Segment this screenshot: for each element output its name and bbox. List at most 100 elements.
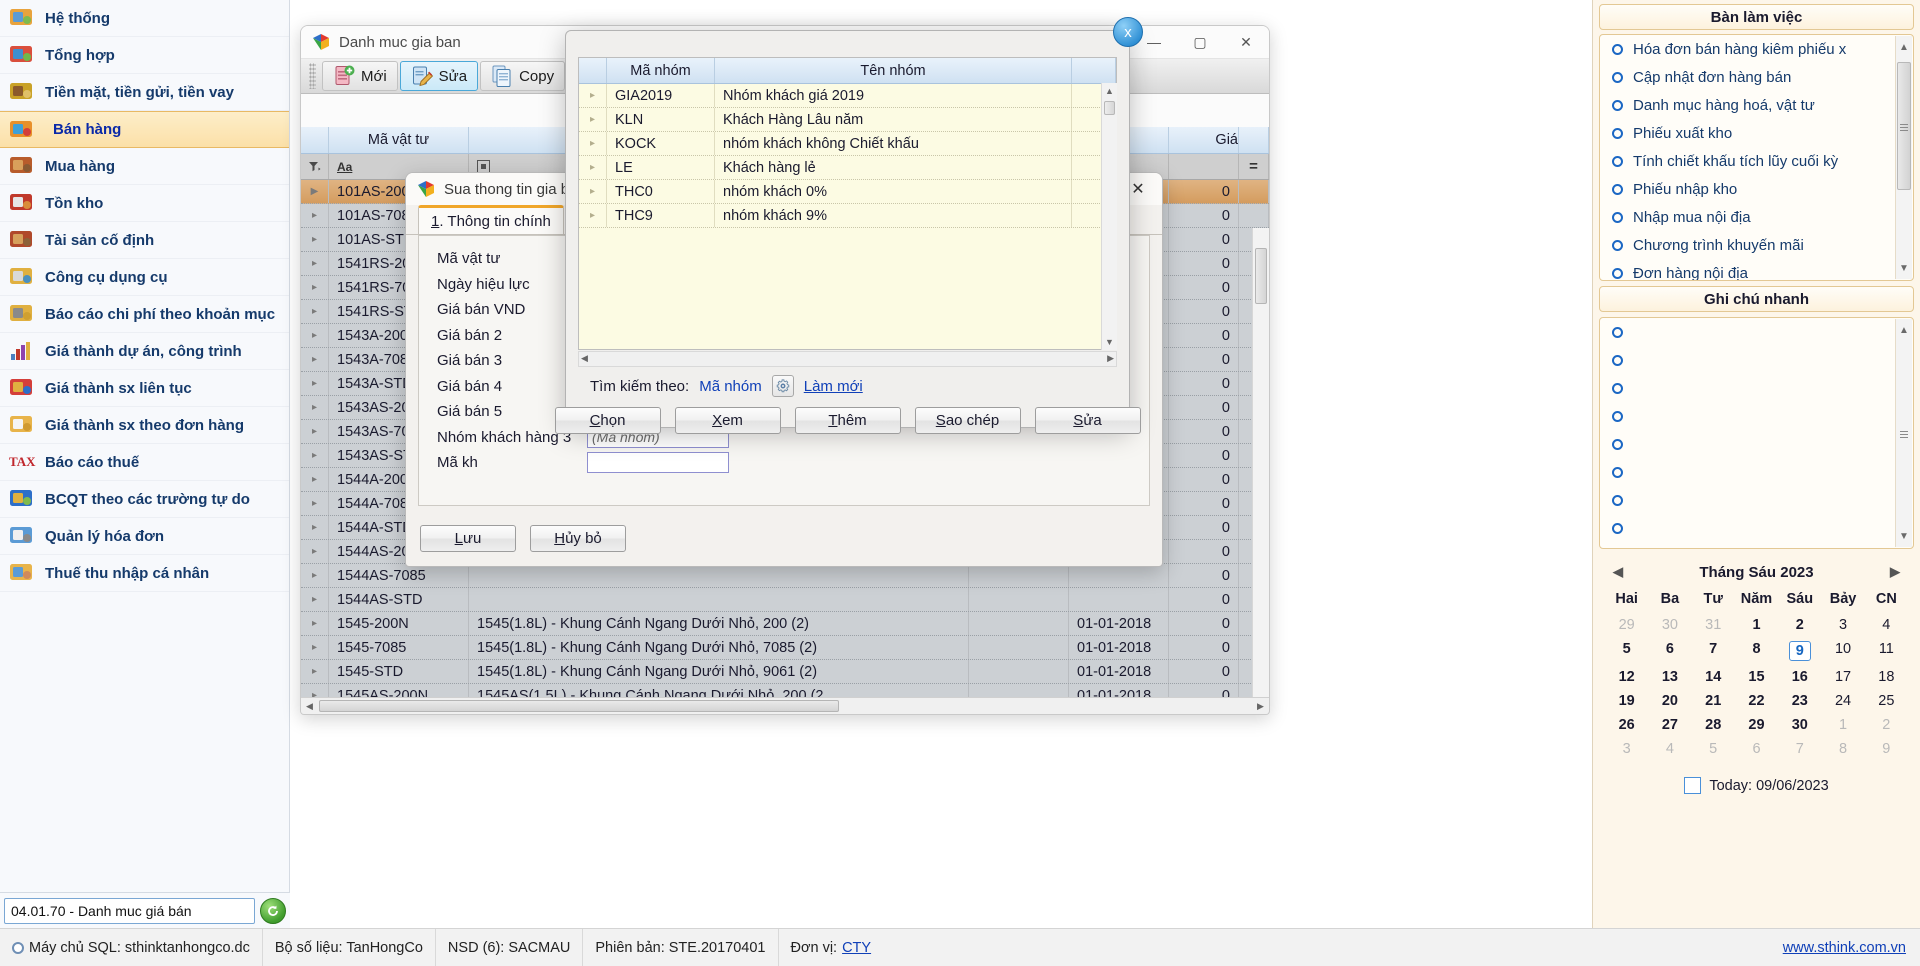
calendar-day[interactable]: 13 bbox=[1648, 665, 1691, 689]
row-expander-icon[interactable]: ▸ bbox=[301, 444, 329, 467]
grid-header-end[interactable] bbox=[1239, 127, 1269, 153]
calendar-day[interactable]: 6 bbox=[1648, 637, 1691, 665]
group-row-expander-icon[interactable]: ▸ bbox=[579, 132, 607, 155]
refresh-icon[interactable] bbox=[260, 897, 286, 924]
workspace-item-2[interactable]: Cập nhật đơn hàng bán bbox=[1600, 63, 1913, 91]
sidebar-item-9[interactable]: Báo cáo chi phí theo khoản mục bbox=[0, 296, 289, 333]
workspace-item-9[interactable]: Đơn hàng nội địa bbox=[1600, 259, 1913, 280]
grid-vscroll-thumb[interactable] bbox=[1255, 248, 1267, 304]
row-expander-icon[interactable]: ▸ bbox=[301, 492, 329, 515]
calendar-day[interactable]: 3 bbox=[1605, 737, 1648, 761]
calendar-day[interactable]: 31 bbox=[1692, 613, 1735, 637]
note-item-2[interactable] bbox=[1600, 346, 1913, 374]
calendar-day[interactable]: 7 bbox=[1778, 737, 1821, 761]
sidebar-item-3[interactable]: Tiền mặt, tiền gửi, tiền vay bbox=[0, 74, 289, 111]
today-checkbox[interactable] bbox=[1684, 777, 1702, 794]
sidebar-item-1[interactable]: Hệ thống bbox=[0, 0, 289, 37]
calendar-day[interactable]: 12 bbox=[1605, 665, 1648, 689]
row-expander-icon[interactable]: ▸ bbox=[301, 660, 329, 683]
note-item-3[interactable] bbox=[1600, 374, 1913, 402]
row-expander-icon[interactable]: ▸ bbox=[301, 324, 329, 347]
row-expander-icon[interactable]: ▸ bbox=[301, 252, 329, 275]
sidebar-item-13[interactable]: TAX Báo cáo thuế bbox=[0, 444, 289, 481]
note-item-8[interactable] bbox=[1600, 514, 1913, 542]
calendar-day[interactable]: 19 bbox=[1605, 689, 1648, 713]
group-header-name[interactable]: Tên nhóm bbox=[715, 58, 1072, 83]
toolbar-grip-icon[interactable] bbox=[309, 63, 316, 89]
row-expander-icon[interactable]: ▸ bbox=[301, 540, 329, 563]
module-path-input[interactable]: 04.01.70 - Danh muc giá bán bbox=[4, 897, 255, 924]
grid-header-code[interactable]: Mã vật tư bbox=[329, 127, 469, 153]
workspace-item-1[interactable]: Hóa đơn bán hàng kiêm phiếu x bbox=[1600, 35, 1913, 63]
group-vscroll-thumb[interactable] bbox=[1104, 101, 1115, 115]
row-expander-icon[interactable]: ▸ bbox=[301, 372, 329, 395]
group-header-code[interactable]: Mã nhóm bbox=[607, 58, 715, 83]
calendar-day[interactable]: 16 bbox=[1778, 665, 1821, 689]
group-scroll-down-icon[interactable]: ▼ bbox=[1102, 334, 1117, 350]
group-row-expander-icon[interactable]: ▸ bbox=[579, 108, 607, 131]
calendar-day[interactable]: 21 bbox=[1692, 689, 1735, 713]
sidebar-item-16[interactable]: Thuế thu nhập cá nhân bbox=[0, 555, 289, 592]
group-vertical-scrollbar[interactable]: ▲ ▼ bbox=[1101, 83, 1117, 350]
calendar-day[interactable]: 8 bbox=[1735, 637, 1778, 665]
sidebar-item-7[interactable]: Tài sản cố định bbox=[0, 222, 289, 259]
calendar-day[interactable]: 23 bbox=[1778, 689, 1821, 713]
calendar-day[interactable]: 5 bbox=[1605, 637, 1648, 665]
calendar-day[interactable]: 7 bbox=[1692, 637, 1735, 665]
calendar-day[interactable]: 26 bbox=[1605, 713, 1648, 737]
sidebar-item-11[interactable]: Giá thành sx liên tục bbox=[0, 370, 289, 407]
toolbar-button-2[interactable]: Sửa bbox=[399, 61, 479, 91]
grid-filter-blank3[interactable] bbox=[1169, 154, 1239, 179]
workspace-item-5[interactable]: Tính chiết khấu tích lũy cuối kỳ bbox=[1600, 147, 1913, 175]
row-expander-icon[interactable]: ▸ bbox=[301, 348, 329, 371]
table-row[interactable]: ▸ 1544AS-7085 0 bbox=[301, 564, 1269, 588]
group-row-expander-icon[interactable]: ▸ bbox=[579, 156, 607, 179]
group-row-expander-icon[interactable]: ▸ bbox=[579, 84, 607, 107]
calendar-day[interactable]: 10 bbox=[1821, 637, 1864, 665]
toolbar-button-1[interactable]: Mới bbox=[322, 61, 398, 91]
workspace-item-7[interactable]: Nhập mua nội địa bbox=[1600, 203, 1913, 231]
group-hscroll-left-icon[interactable]: ◀ bbox=[581, 353, 588, 364]
save-button[interactable]: Lưu bbox=[420, 524, 516, 552]
sidebar-item-10[interactable]: Giá thành dự án, công trình bbox=[0, 333, 289, 370]
group-horizontal-scrollbar[interactable]: ◀ ▶ bbox=[578, 351, 1117, 367]
workspace-item-3[interactable]: Danh mục hàng hoá, vật tư bbox=[1600, 91, 1913, 119]
row-expander-icon[interactable]: ▶ bbox=[301, 180, 329, 203]
workspace-item-4[interactable]: Phiếu xuất kho bbox=[1600, 119, 1913, 147]
group-hscroll-right-icon[interactable]: ▶ bbox=[1107, 353, 1114, 364]
copy-button[interactable]: Sao chép bbox=[914, 407, 1021, 434]
note-item-4[interactable] bbox=[1600, 402, 1913, 430]
table-row[interactable]: ▸ 1545-7085 1545(1.8L) - Khung Cánh Ngang … bbox=[301, 636, 1269, 660]
calendar-day[interactable]: 1 bbox=[1735, 613, 1778, 637]
close-icon[interactable]: x bbox=[1113, 17, 1143, 47]
grid-header-price[interactable]: Giá bbox=[1169, 127, 1239, 153]
calendar-day-today[interactable]: 9 bbox=[1778, 637, 1821, 665]
note-item-1[interactable] bbox=[1600, 318, 1913, 346]
row-expander-icon[interactable]: ▸ bbox=[301, 396, 329, 419]
form-input-9[interactable] bbox=[587, 452, 729, 474]
workspace-item-6[interactable]: Phiếu nhập kho bbox=[1600, 175, 1913, 203]
chevron-right-icon[interactable]: ▶ bbox=[1882, 564, 1908, 580]
calendar-day[interactable]: 27 bbox=[1648, 713, 1691, 737]
group-row-expander-icon[interactable]: ▸ bbox=[579, 204, 607, 227]
sidebar-item-15[interactable]: Quản lý hóa đơn bbox=[0, 518, 289, 555]
calendar-day[interactable]: 24 bbox=[1821, 689, 1864, 713]
calendar-day[interactable]: 29 bbox=[1735, 713, 1778, 737]
tab-thong-tin-chinh[interactable]: 1. Thông tin chính bbox=[418, 205, 564, 234]
refresh-link[interactable]: Làm mới bbox=[804, 378, 863, 395]
choose-button[interactable]: Chọn bbox=[554, 407, 661, 434]
row-expander-icon[interactable]: ▸ bbox=[301, 516, 329, 539]
workspace-scrollbar[interactable]: ▲ ▼ bbox=[1895, 36, 1912, 279]
group-row[interactable]: ▸ KOCK nhóm khách không Chiết khấu bbox=[579, 132, 1116, 156]
scroll-up-icon[interactable]: ▲ bbox=[1896, 38, 1912, 56]
calendar-day[interactable]: 25 bbox=[1865, 689, 1908, 713]
view-button[interactable]: Xem bbox=[674, 407, 781, 434]
notes-scroll-down-icon[interactable]: ▼ bbox=[1896, 527, 1912, 545]
grid-horizontal-scrollbar[interactable]: ◀ ▶ bbox=[301, 697, 1269, 714]
sidebar-item-12[interactable]: Giá thành sx theo đơn hàng bbox=[0, 407, 289, 444]
note-item-6[interactable] bbox=[1600, 458, 1913, 486]
table-row[interactable]: ▸ 1544AS-STD 0 bbox=[301, 588, 1269, 612]
sidebar-item-4[interactable]: Bán hàng bbox=[0, 111, 289, 148]
notes-scroll-up-icon[interactable]: ▲ bbox=[1896, 321, 1912, 339]
edit-button[interactable]: Sửa bbox=[1034, 407, 1141, 434]
